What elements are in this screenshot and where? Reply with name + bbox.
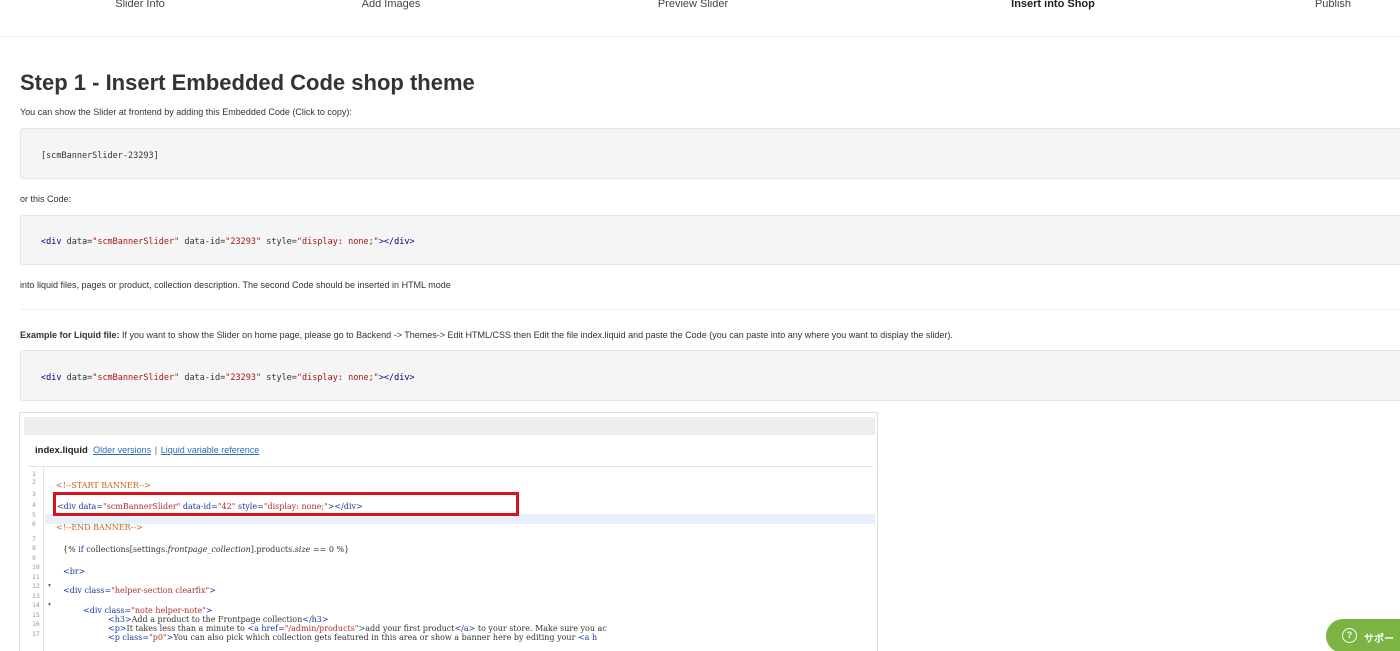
support-button[interactable]: ? サポー [1326,619,1400,651]
question-circle-icon: ? [1342,628,1357,643]
line-number: 6 [32,520,36,528]
intro-text: You can show the Slider at frontend by a… [20,107,352,117]
editor-toolbar [24,417,875,435]
shortcode-text: [scmBannerSlider-23293] [41,151,159,161]
line-number: 12 [32,582,40,590]
page-title: Step 1 - Insert Embedded Code shop theme [20,70,475,95]
line-number: 9 [32,554,36,562]
step-add-images[interactable]: Add Images [362,0,421,10]
line-number: 13 [32,592,40,600]
liquid-reference-link[interactable]: Liquid variable reference [161,445,260,455]
fold-arrow-icon[interactable]: ▼ [47,583,52,589]
divider [20,309,1400,310]
or-text: or this Code: [20,194,72,204]
line-number: 4 [32,501,36,509]
example-label: Example for Liquid file: [20,330,120,340]
code-line-br: <br> [63,567,86,576]
into-text: into liquid files, pages or product, col… [20,280,451,290]
step-preview-slider[interactable]: Preview Slider [658,0,728,10]
example-text: Example for Liquid file: If you want to … [20,330,953,340]
example-code-box[interactable]: <div data="scmBannerSlider" data-id="232… [20,350,1400,401]
highlight-box [53,492,519,516]
editor-filename: index.liquid [35,445,88,456]
step-slider-info[interactable]: Slider Info [115,0,165,10]
line-number: 17 [32,630,40,638]
fold-arrow-icon[interactable]: ▼ [47,602,52,608]
editor-header: index.liquid Older versions | Liquid var… [35,445,260,456]
line-number: 15 [32,611,40,619]
line-number: 14 [32,601,40,609]
line-number: 2 [32,478,36,486]
shortcode-box[interactable]: [scmBannerSlider-23293] Co [20,128,1400,179]
code-line-p0: <p class="p0">You can also pick which co… [108,633,598,642]
wizard-steps: Slider Info Add Images Preview Slider In… [0,0,1400,37]
html-code-box[interactable]: <div data="scmBannerSlider" data-id="232… [20,215,1400,265]
code-line-end-banner: <!--END BANNER--> [56,523,143,532]
editor-screenshot: index.liquid Older versions | Liquid var… [19,412,878,651]
line-number: 5 [32,511,36,519]
older-versions-link[interactable]: Older versions [93,445,151,455]
line-number: 10 [32,563,40,571]
code-line-helper-section: <div class="helper-section clearfix"> [63,586,216,595]
line-number: 1 [32,470,36,478]
step-insert-into-shop[interactable]: Insert into Shop [1011,0,1095,10]
step-publish[interactable]: Publish [1315,0,1351,10]
html-code-text: <div data="scmBannerSlider" data-id="232… [41,237,415,247]
support-label: サポー [1364,634,1394,645]
code-line-start-banner: <!--START BANNER--> [56,481,151,490]
line-number: 3 [32,490,36,498]
line-number: 16 [32,620,40,628]
line-number: 11 [32,573,40,581]
editor-divider [28,466,873,467]
example-code-text: <div data="scmBannerSlider" data-id="232… [41,373,415,383]
line-number: 8 [32,544,36,552]
code-line-liquid-if: {% if collections[settings.frontpage_col… [63,545,350,554]
line-number: 7 [32,535,36,543]
